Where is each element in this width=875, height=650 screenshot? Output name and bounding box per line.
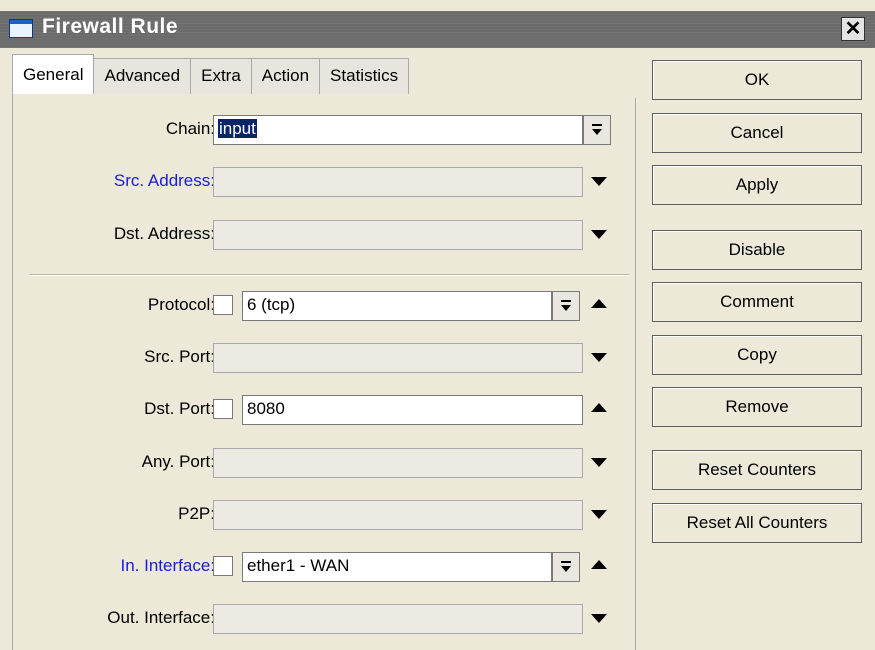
disable-button[interactable]: Disable [652, 230, 862, 270]
expand-down-icon[interactable] [591, 614, 607, 623]
collapse-up-icon[interactable] [591, 403, 607, 412]
collapse-up-icon[interactable] [591, 299, 607, 308]
in-interface-dropdown-button[interactable] [552, 552, 580, 582]
chain-label: Chain: [165, 119, 215, 138]
p2p-row: P2P: [13, 500, 633, 530]
chevron-down-icon [592, 129, 602, 135]
protocol-dropdown-button[interactable] [552, 291, 580, 321]
any-port-row: Any. Port: [13, 448, 633, 478]
expand-down-icon[interactable] [591, 177, 607, 186]
expand-down-icon[interactable] [591, 353, 607, 362]
src-address-label: Src. Address: [113, 171, 215, 190]
collapse-up-icon[interactable] [591, 560, 607, 569]
in-interface-negate-checkbox[interactable] [213, 556, 233, 576]
tab-action[interactable]: Action [250, 58, 321, 94]
src-address-row: Src. Address: [13, 167, 633, 197]
dst-address-field[interactable] [213, 220, 583, 250]
chain-dropdown-button[interactable] [583, 115, 611, 145]
expand-down-icon[interactable] [591, 230, 607, 239]
section-divider [29, 274, 629, 276]
in-interface-row: In. Interface: ether1 - WAN [13, 552, 633, 582]
dst-address-label: Dst. Address: [113, 224, 215, 243]
any-port-label: Any. Port: [141, 452, 215, 471]
src-port-field[interactable] [213, 343, 583, 373]
dropdown-bar-icon [592, 124, 602, 126]
tab-extra[interactable]: Extra [190, 58, 252, 94]
dropdown-bar-icon [561, 561, 571, 563]
cancel-button[interactable]: Cancel [652, 113, 862, 153]
chain-input[interactable]: input [213, 115, 583, 145]
dst-port-label: Dst. Port: [144, 399, 215, 418]
out-interface-field[interactable] [213, 604, 583, 634]
ok-button[interactable]: OK [652, 60, 862, 100]
chain-value: input [218, 119, 257, 138]
tab-advanced[interactable]: Advanced [93, 58, 192, 94]
any-port-field[interactable] [213, 448, 583, 478]
close-icon: ✕ [844, 18, 862, 40]
src-address-field[interactable] [213, 167, 583, 197]
reset-counters-button[interactable]: Reset Counters [652, 450, 862, 490]
comment-button[interactable]: Comment [652, 282, 862, 322]
dst-port-negate-checkbox[interactable] [213, 399, 233, 419]
dst-port-row: Dst. Port: 8080 [13, 395, 633, 425]
protocol-row: Protocol: 6 (tcp) [13, 291, 633, 321]
protocol-input[interactable]: 6 (tcp) [242, 291, 552, 321]
out-interface-label: Out. Interface: [107, 608, 215, 627]
in-interface-label: In. Interface: [120, 556, 216, 575]
copy-button[interactable]: Copy [652, 335, 862, 375]
dst-address-row: Dst. Address: [13, 220, 633, 250]
src-port-label: Src. Port: [144, 347, 215, 366]
chevron-down-icon [561, 305, 571, 311]
p2p-field[interactable] [213, 500, 583, 530]
title-bar[interactable]: Firewall Rule ✕ [0, 11, 875, 48]
tab-general[interactable]: General [12, 54, 95, 94]
protocol-negate-checkbox[interactable] [213, 295, 233, 315]
firewall-rule-window: Firewall Rule ✕ General Advanced Extra A… [0, 0, 875, 650]
general-tab-panel: Chain: input Src. Address: Dst. Address:… [12, 94, 636, 650]
remove-button[interactable]: Remove [652, 387, 862, 427]
protocol-label: Protocol: [147, 295, 215, 314]
in-interface-input[interactable]: ether1 - WAN [242, 552, 552, 582]
tab-statistics[interactable]: Statistics [319, 58, 410, 94]
src-port-row: Src. Port: [13, 343, 633, 373]
out-interface-row: Out. Interface: [13, 604, 633, 634]
close-button[interactable]: ✕ [841, 17, 865, 41]
dropdown-bar-icon [561, 300, 571, 302]
expand-down-icon[interactable] [591, 510, 607, 519]
window-icon [9, 19, 33, 38]
p2p-label: P2P: [178, 504, 215, 523]
chain-row: Chain: input [13, 115, 633, 145]
tab-bar: General Advanced Extra Action Statistics [12, 54, 410, 94]
expand-down-icon[interactable] [591, 458, 607, 467]
dst-port-input[interactable]: 8080 [242, 395, 583, 425]
window-title: Firewall Rule [42, 15, 179, 38]
chevron-down-icon [561, 566, 571, 572]
apply-button[interactable]: Apply [652, 165, 862, 205]
reset-all-counters-button[interactable]: Reset All Counters [652, 503, 862, 543]
